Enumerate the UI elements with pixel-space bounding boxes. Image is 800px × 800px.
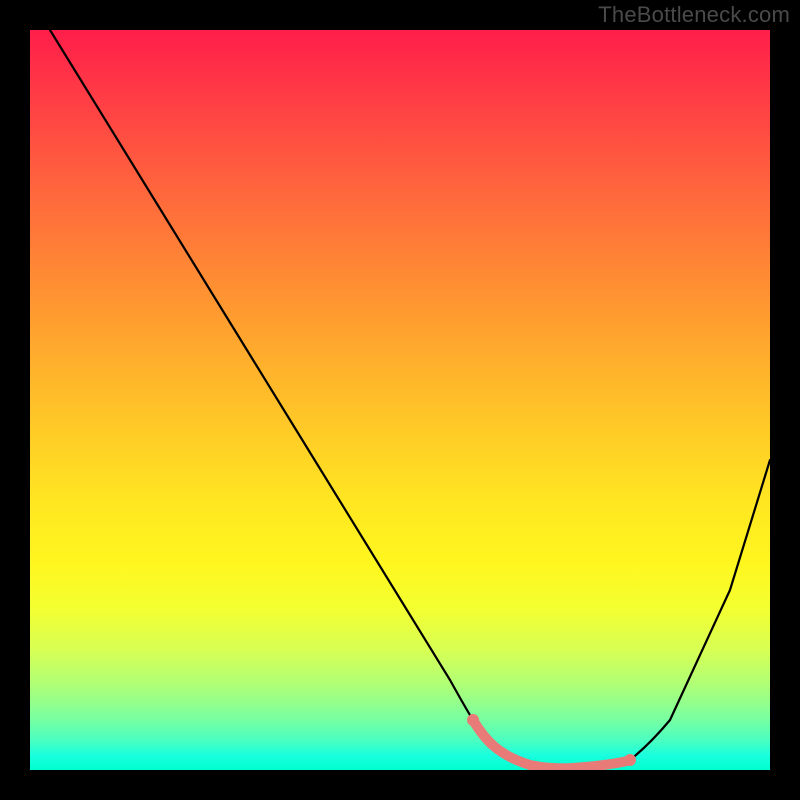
optimal-range-marker [473,720,630,768]
bottleneck-curve [30,30,770,770]
optimal-end-dot [624,754,636,766]
plot-area [30,30,770,770]
curve-path [50,30,770,768]
watermark-text: TheBottleneck.com [598,2,790,28]
chart-frame: TheBottleneck.com [0,0,800,800]
optimal-start-dot [467,714,479,726]
